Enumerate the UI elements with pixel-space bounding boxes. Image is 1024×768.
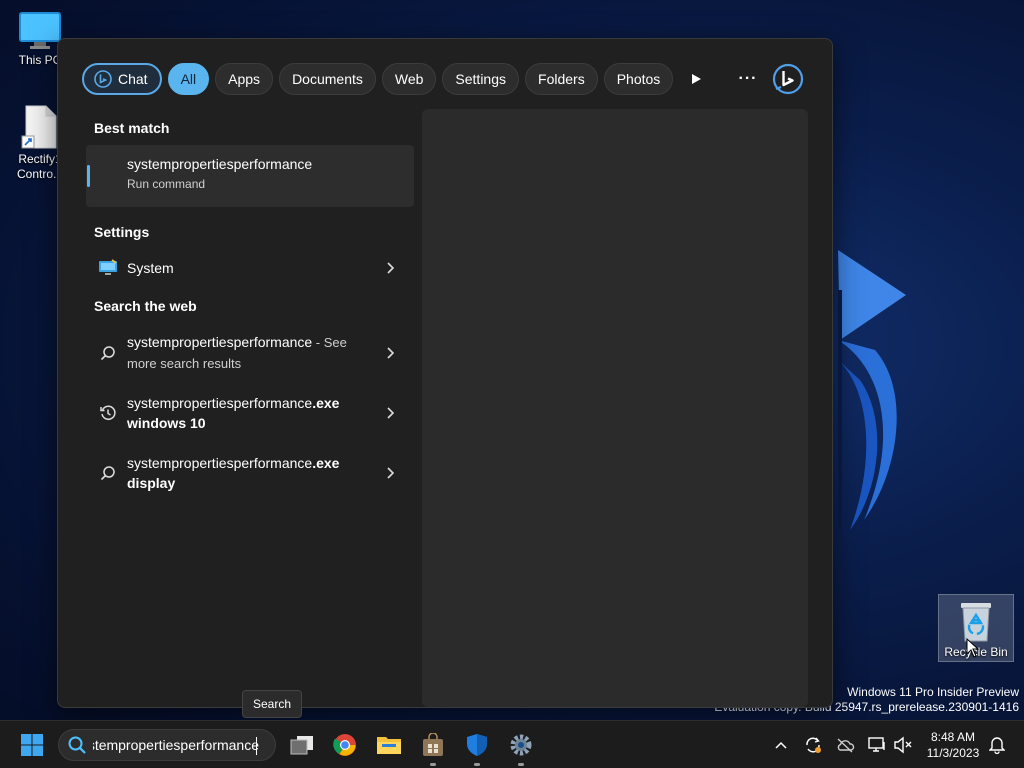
settings-heading: Settings [94,224,150,240]
web-result-see-more[interactable]: systempropertiesperformance - See more s… [86,323,414,383]
security-taskbar-button[interactable] [461,729,493,766]
show-hidden-icons-button[interactable] [772,729,790,761]
chevron-right-icon [387,262,394,274]
preview-pane [422,109,808,707]
file-explorer-taskbar-button[interactable] [373,729,405,761]
web-result-text: systempropertiesperformance - See more s… [127,332,357,374]
clock-time: 8:48 AM [930,730,976,744]
search-icon [68,736,86,754]
running-indicator [430,763,436,766]
filter-apps-label: Apps [228,71,261,87]
search-icon [97,462,119,484]
history-icon [97,402,119,424]
task-view-button[interactable] [286,729,318,761]
folder-icon [377,737,401,754]
web-result-text: systempropertiesperformance.exe windows … [127,393,357,433]
best-match-title: systempropertiesperformance [127,156,313,172]
web-result-text: systempropertiesperformance.exe display [127,453,357,493]
filter-settings[interactable]: Settings [442,63,520,95]
best-match-subtitle: Run command [127,177,206,191]
play-icon [692,74,701,84]
best-match-item[interactable]: systempropertiesperformance Run command [86,145,414,207]
filter-all-label: All [180,71,197,87]
bing-chat-icon [94,70,112,88]
filter-documents-label: Documents [292,71,363,87]
running-indicator [518,763,524,766]
chevron-up-icon [775,741,787,749]
more-options-button[interactable]: ··· [732,63,764,95]
store-bag-icon [423,733,443,756]
chrome-taskbar-button[interactable] [329,729,361,761]
cloud-offline-icon [837,738,855,753]
filter-settings-label: Settings [455,71,507,87]
web-result-query: systempropertiesperformance [127,334,313,350]
chevron-right-icon [387,347,394,359]
search-flyout: Chat All Apps Documents Web Settings Fol… [57,38,833,708]
taskbar: systempropertiesperformance [0,720,1024,768]
search-input[interactable]: systempropertiesperformance [93,737,275,753]
start-button[interactable] [16,729,48,761]
web-result-query: systempropertiesperformance [127,395,313,411]
monitor-icon [19,12,61,49]
selection-accent [87,165,90,187]
store-taskbar-button[interactable] [417,729,449,766]
settings-item-system[interactable]: System [86,249,414,287]
search-tooltip: Search [242,690,303,718]
network-tray-icon-button[interactable] [866,729,888,761]
network-icon [868,737,885,752]
web-heading: Search the web [94,298,197,314]
settings-item-label: System [127,260,174,276]
text-caret [256,737,257,755]
filter-photos-label: Photos [616,71,661,87]
filter-chat-label: Chat [118,71,148,87]
web-result-query: systempropertiesperformance [127,455,313,471]
notifications-button[interactable] [986,729,1008,761]
bing-icon [772,63,804,95]
cloud-tray-icon-button[interactable] [834,729,856,761]
filter-web[interactable]: Web [381,63,437,95]
bing-button[interactable] [770,61,806,97]
search-icon [97,342,119,364]
volume-muted-icon [894,736,912,754]
running-indicator [474,763,480,766]
system-settings-icon [97,257,119,279]
results-pane: Best match systempropertiesperformance R… [86,111,414,503]
filter-web-label: Web [394,71,424,87]
sync-icon [806,737,821,753]
taskbar-search-box[interactable]: systempropertiesperformance [58,729,276,761]
shield-icon [467,734,487,756]
gear-icon [510,734,532,756]
recycle-bin-icon [961,603,991,642]
sync-tray-icon-button[interactable] [802,729,824,761]
task-view-icon [290,736,313,755]
filter-folders[interactable]: Folders [525,63,598,95]
filter-chat[interactable]: Chat [82,63,162,95]
chrome-icon [333,734,356,756]
windows-logo-icon [21,734,43,756]
best-match-heading: Best match [94,120,170,136]
scroll-filters-button[interactable] [680,63,712,95]
filter-documents[interactable]: Documents [279,63,376,95]
settings-taskbar-button[interactable] [505,729,537,766]
filter-bar: Chat All Apps Documents Web Settings Fol… [82,63,679,95]
filter-photos[interactable]: Photos [603,63,674,95]
web-result-display[interactable]: systempropertiesperformance.exe display [86,443,414,503]
filter-all[interactable]: All [167,63,210,95]
more-icon: ··· [738,70,758,87]
filter-apps[interactable]: Apps [215,63,274,95]
chevron-right-icon [387,467,394,479]
chevron-right-icon [387,407,394,419]
filter-folders-label: Folders [538,71,585,87]
clock-date: 11/3/2023 [926,746,980,760]
bell-icon [989,737,1005,754]
taskbar-clock[interactable]: 8:48 AM 11/3/2023 [920,729,986,761]
web-result-windows-10[interactable]: systempropertiesperformance.exe windows … [86,383,414,443]
file-shortcut-icon [21,105,57,149]
tooltip-text: Search [253,697,292,711]
mouse-cursor-icon [966,638,980,658]
volume-tray-icon-button[interactable] [892,729,914,761]
